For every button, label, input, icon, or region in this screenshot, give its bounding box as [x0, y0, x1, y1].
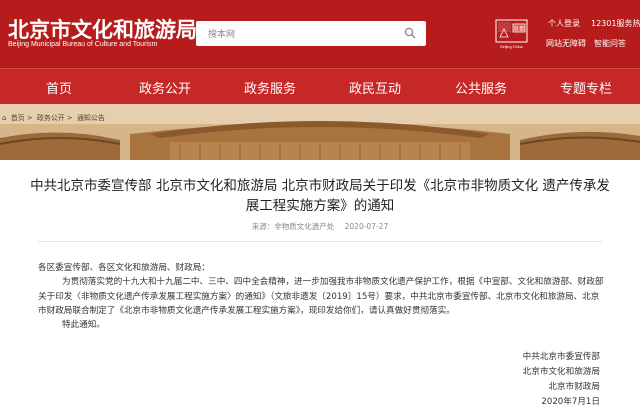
article-meta: 来源：非物质文化遗产处 2020-07-27: [0, 221, 640, 232]
article-greeting: 各区委宣传部、各区文化和旅游局、财政局：: [38, 263, 210, 273]
hotline-link[interactable]: 12301服务热线: [591, 18, 640, 29]
site-logo-subtitle: Beijing Municipal Bureau of Culture and …: [8, 41, 158, 48]
accessibility-link[interactable]: 网站无障碍: [546, 38, 586, 49]
breadcrumb-gov-open[interactable]: 政务公开: [37, 114, 65, 122]
divider: [38, 241, 602, 242]
home-icon[interactable]: ⌂: [2, 114, 6, 122]
signature-2: 北京市文化和旅游局: [522, 367, 600, 377]
article-paragraph-line2: 关于印发〈非物质文化遗产传承发展工程实施方案〉的通知》（文旅非遗发〔2019〕1…: [38, 292, 600, 302]
nav-item-public[interactable]: 公共服务: [455, 78, 507, 97]
nav-item-home[interactable]: 首页: [46, 78, 72, 97]
breadcrumb-notices[interactable]: 通知公告: [77, 114, 105, 122]
breadcrumb-home[interactable]: 首页: [11, 114, 25, 122]
signature-1: 中共北京市委宣传部: [522, 352, 600, 362]
login-link[interactable]: 个人登录: [548, 18, 580, 29]
main-nav: 首页 政务公开 政务服务 政民互动 公共服务 专题专栏: [0, 68, 640, 104]
article-paragraph-line1: 为贯彻落实党的十九大和十九届二中、三中、四中全会精神，进一步加强我市非物质文化遗…: [62, 277, 604, 287]
article-source: 来源：非物质文化遗产处: [251, 222, 335, 231]
nav-item-interact[interactable]: 政民互动: [349, 78, 401, 97]
search-box[interactable]: 搜本网: [196, 21, 426, 46]
badge-subtext: Beijing·China: [500, 45, 523, 49]
signature-date: 2020年7月1日: [541, 397, 600, 407]
site-logo-title[interactable]: 北京市文化和旅游局: [8, 14, 197, 44]
article-title-line1: 中共北京市委宣传部 北京市文化和旅游局 北京市财政局关于印发《北京市非物质文化 …: [30, 178, 610, 194]
search-input[interactable]: 搜本网: [208, 27, 235, 40]
nav-item-topics[interactable]: 专题专栏: [560, 78, 612, 97]
signature-3: 北京市财政局: [548, 382, 600, 392]
nav-item-gov-open[interactable]: 政务公开: [139, 78, 191, 97]
badge-text: 首都: [513, 25, 525, 33]
breadcrumb: ⌂ 首页 > 政务公开 > 通知公告: [2, 114, 105, 122]
qa-link[interactable]: 智能问答: [594, 38, 626, 49]
article-title-line2: 展工程实施方案》的通知: [245, 198, 395, 214]
article-closing: 特此通知。: [62, 320, 105, 330]
search-icon[interactable]: [404, 27, 416, 39]
article-paragraph-line3: 市财政局联合制定了《北京市非物质文化遗产传承发展工程实施方案》，现印发给你们，请…: [38, 306, 455, 316]
article-date: 2020-07-27: [344, 222, 389, 231]
capital-badge-icon: 首都 Beijing·China: [495, 19, 528, 49]
site-header: 北京市文化和旅游局 Beijing Municipal Bureau of Cu…: [0, 0, 640, 68]
nav-item-services[interactable]: 政务服务: [244, 78, 296, 97]
